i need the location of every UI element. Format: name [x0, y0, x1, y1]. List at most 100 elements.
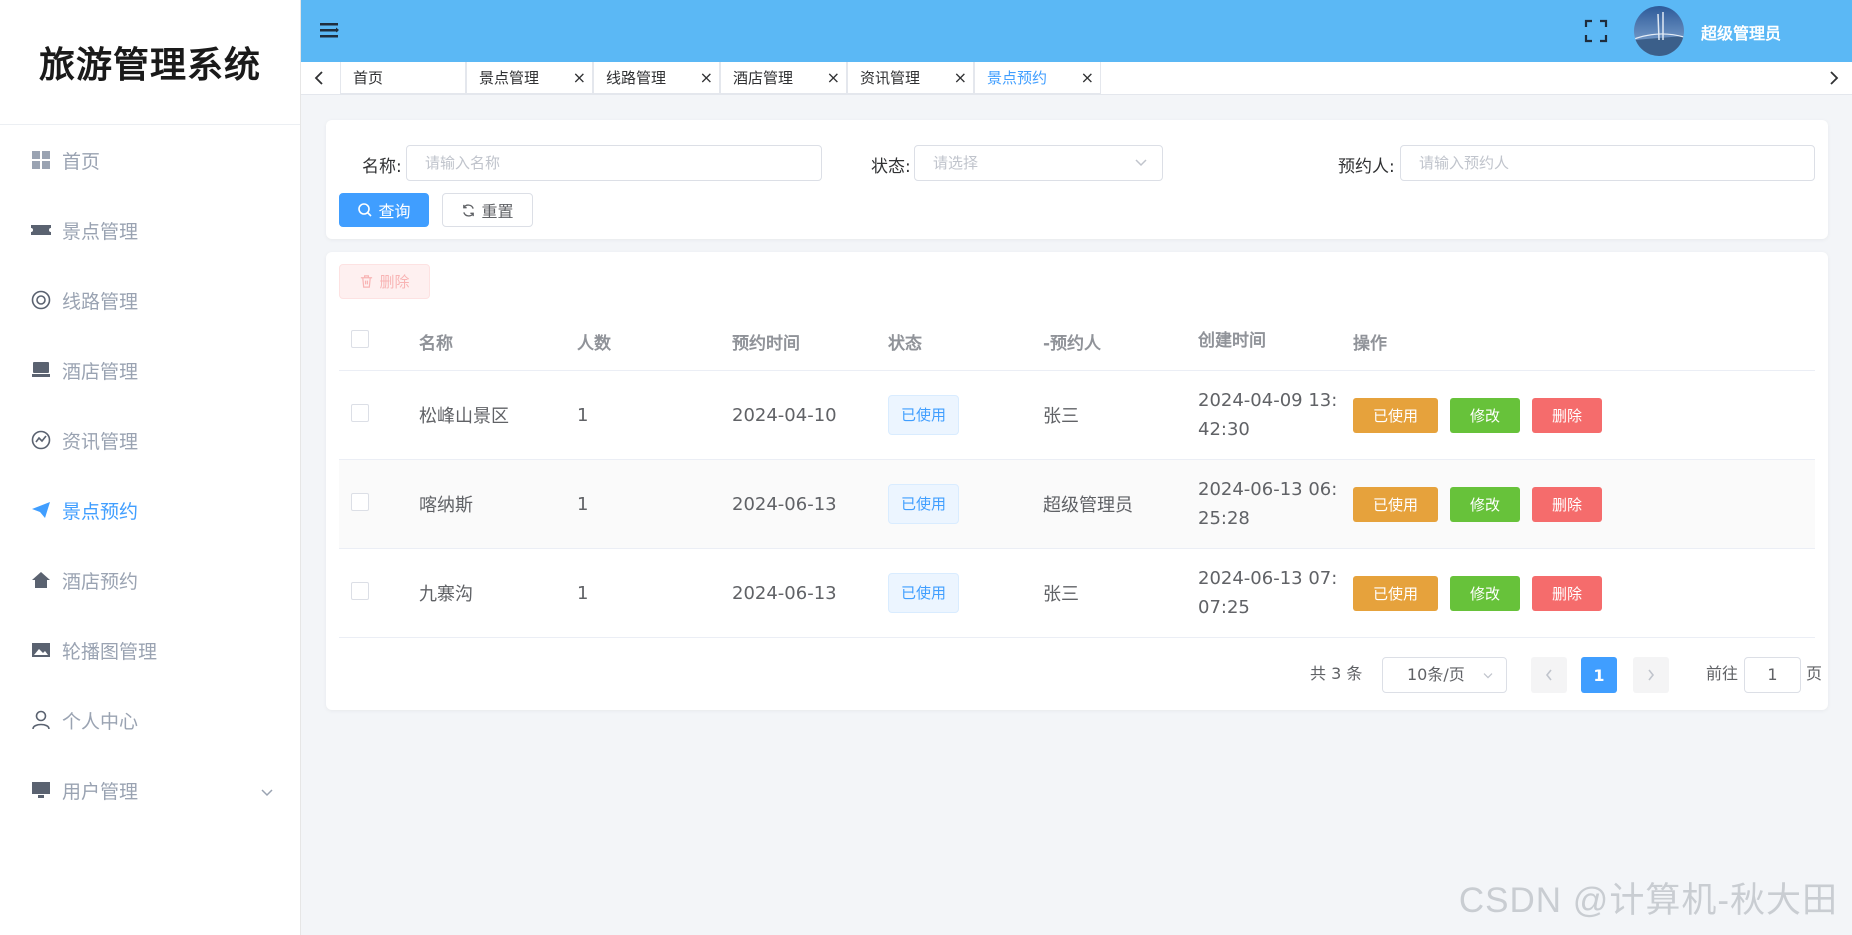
tabs-scroll-right-icon[interactable] [1816, 62, 1852, 94]
mark-used-button[interactable]: 已使用 [1353, 575, 1438, 611]
chevron-left-icon [1545, 669, 1552, 681]
tab-routes[interactable]: 线路管理 × [593, 62, 720, 94]
created-line: 2024-04-09 13: [1198, 390, 1338, 411]
sidebar-item-label: 首页 [62, 150, 101, 173]
delete-button[interactable]: 删除 [1532, 486, 1602, 522]
column-header[interactable]: 预约时间 [732, 329, 888, 354]
next-page-button[interactable] [1633, 657, 1669, 693]
search-form: 名称: 请输入名称 状态: 请选择 预约人: 请输入预约人 查询 重置 [326, 120, 1828, 239]
prev-page-button[interactable] [1531, 657, 1567, 693]
edit-button[interactable]: 修改 [1450, 575, 1520, 611]
sidebar-item-label: 轮播图管理 [62, 640, 158, 663]
column-header[interactable]: 名称 [419, 329, 577, 354]
sidebar-item-news[interactable]: 资讯管理 [0, 405, 300, 475]
chevron-down-icon [260, 781, 274, 803]
status-select[interactable]: 请选择 [914, 145, 1163, 181]
monitor-icon [30, 779, 52, 801]
cell-status: 已使用 [888, 484, 1043, 524]
sidebar: 旅游管理系统 首页 景点管理 线路管理 酒店管理 资讯管理 景点预约 酒店预约 … [0, 0, 301, 935]
name-search-input[interactable]: 请输入名称 [406, 145, 822, 181]
cell-created: 2024-06-13 06: 25:28 [1198, 475, 1353, 533]
trash-icon [361, 275, 373, 288]
mark-used-button[interactable]: 已使用 [1353, 397, 1438, 433]
edit-button[interactable]: 修改 [1450, 486, 1520, 522]
reset-button[interactable]: 重置 [442, 193, 533, 227]
sidebar-item-label: 线路管理 [62, 290, 139, 313]
fullscreen-icon[interactable] [1584, 19, 1608, 43]
page-number-button[interactable]: 1 [1581, 657, 1617, 693]
mark-used-button[interactable]: 已使用 [1353, 486, 1438, 522]
status-badge: 已使用 [888, 573, 960, 613]
input-placeholder: 请输入预约人 [1419, 154, 1510, 172]
cell-booker: 张三 [1043, 406, 1079, 427]
chevron-right-icon [1648, 669, 1655, 681]
cell-date: 2024-04-10 [732, 404, 837, 426]
delete-button[interactable]: 删除 [1532, 397, 1602, 433]
batch-delete-button[interactable]: 删除 [339, 264, 430, 299]
sidebar-item-routes[interactable]: 线路管理 [0, 265, 300, 335]
sidebar-item-label: 资讯管理 [62, 430, 139, 453]
sidebar-item-hotels[interactable]: 酒店管理 [0, 335, 300, 405]
close-icon[interactable]: × [573, 62, 586, 94]
avatar[interactable] [1634, 6, 1684, 56]
column-header: 操作 [1353, 333, 1387, 354]
sidebar-item-attraction-booking[interactable]: 景点预约 [0, 475, 300, 545]
tab-label: 景点管理 [479, 69, 540, 87]
dashboard-grid-icon [30, 149, 52, 171]
query-button[interactable]: 查询 [339, 193, 429, 227]
tab-hotels[interactable]: 酒店管理 × [720, 62, 847, 94]
top-header: 超级管理员 [301, 0, 1852, 62]
column-header[interactable]: 状态 [888, 329, 1043, 354]
sidebar-item-users[interactable]: 用户管理 [0, 755, 300, 825]
booker-search-input[interactable]: 请输入预约人 [1400, 145, 1815, 181]
table-card: 删除 名称 人数 预约时间 状态 -预约人 创建时间 操作 松峰山景区 1 20… [326, 252, 1828, 710]
tab-attraction-booking[interactable]: 景点预约 × [974, 62, 1101, 94]
search-icon [358, 203, 373, 217]
booking-table: 名称 人数 预约时间 状态 -预约人 创建时间 操作 松峰山景区 1 2024-… [339, 312, 1815, 638]
tab-label: 酒店管理 [733, 69, 794, 87]
select-all-checkbox[interactable] [351, 329, 369, 348]
row-select-cell [339, 403, 419, 427]
column-header[interactable]: 人数 [577, 329, 732, 354]
cell-ops: 已使用 修改 删除 [1353, 575, 1733, 611]
sidebar-item-hotel-booking[interactable]: 酒店预约 [0, 545, 300, 615]
status-label: 状态: [871, 157, 911, 177]
column-header[interactable]: -预约人 [1043, 329, 1198, 354]
edit-button[interactable]: 修改 [1450, 397, 1520, 433]
sidebar-item-profile[interactable]: 个人中心 [0, 685, 300, 755]
close-icon[interactable]: × [700, 62, 713, 94]
cell-count: 1 [577, 404, 589, 426]
tabs-scroll-left-icon[interactable] [301, 62, 337, 94]
pagination-total: 共 3 条 [1310, 664, 1363, 683]
column-header[interactable]: 创建时间 [1198, 327, 1353, 356]
tab-attractions[interactable]: 景点管理 × [466, 62, 593, 94]
header-username[interactable]: 超级管理员 [1701, 20, 1781, 44]
cell-count: 1 [577, 582, 589, 604]
row-checkbox[interactable] [351, 492, 369, 511]
tab-news[interactable]: 资讯管理 × [847, 62, 974, 94]
cell-status: 已使用 [888, 573, 1043, 613]
sidebar-item-attractions[interactable]: 景点管理 [0, 195, 300, 265]
tab-label: 线路管理 [606, 69, 667, 87]
select-placeholder: 请选择 [933, 154, 979, 172]
goto-page-input[interactable]: 1 [1744, 657, 1801, 693]
sidebar-item-home[interactable]: 首页 [0, 125, 300, 195]
close-icon[interactable]: × [827, 62, 840, 94]
delete-button[interactable]: 删除 [1532, 575, 1602, 611]
close-icon[interactable]: × [1081, 62, 1094, 94]
tab-home[interactable]: 首页 [340, 62, 466, 94]
cell-name: 松峰山景区 [419, 406, 509, 427]
button-label: 查询 [378, 202, 411, 221]
close-icon[interactable]: × [954, 62, 967, 94]
cell-created: 2024-06-13 07: 07:25 [1198, 564, 1353, 622]
page-size-select[interactable]: 10条/页 [1382, 657, 1507, 693]
tab-label: 景点预约 [987, 69, 1048, 87]
input-placeholder: 请输入名称 [425, 154, 501, 172]
row-checkbox[interactable] [351, 581, 369, 600]
table-row: 松峰山景区 1 2024-04-10 已使用 张三 2024-04-09 13:… [339, 371, 1815, 460]
hamburger-menu-icon[interactable] [319, 20, 343, 42]
sidebar-item-carousel[interactable]: 轮播图管理 [0, 615, 300, 685]
status-badge: 已使用 [888, 484, 960, 524]
row-checkbox[interactable] [351, 403, 369, 422]
tabs-bar: 首页 景点管理 × 线路管理 × 酒店管理 × 资讯管理 × 景点预约 × [301, 62, 1852, 95]
